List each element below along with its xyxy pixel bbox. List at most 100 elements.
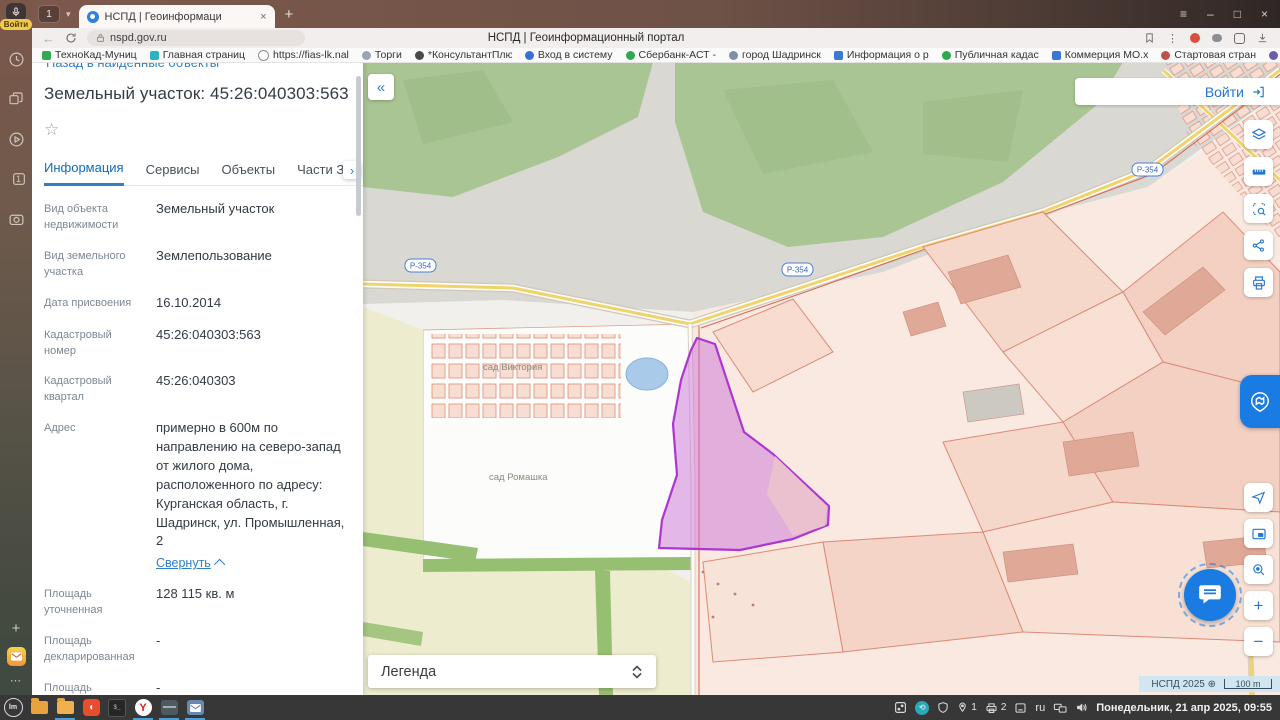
bookmark-item[interactable]: Платформа госуд xyxy=(1269,49,1280,61)
field-row: Площадь уточненная128 115 кв. м xyxy=(32,585,363,619)
taskbar-yandex-browser[interactable]: Y xyxy=(130,695,156,720)
rail-more-button[interactable]: ⋯ xyxy=(10,674,22,687)
sync-tray-icon[interactable]: ⟲ xyxy=(915,701,929,715)
tab-services[interactable]: Сервисы xyxy=(146,162,200,185)
tabs-panel-button[interactable] xyxy=(5,88,27,110)
screenshot-button[interactable] xyxy=(5,208,27,230)
browser-side-rail: Войти 1 + ⋯ xyxy=(0,0,32,695)
keyboard-layout[interactable]: ru xyxy=(1035,702,1045,714)
picture-in-picture-icon xyxy=(1251,526,1267,542)
window-maximize-icon[interactable]: □ xyxy=(1234,7,1241,21)
bookmark-item[interactable]: Коммерция МО.х xyxy=(1052,49,1149,61)
panel-scrollbar[interactable] xyxy=(356,76,361,216)
bookmark-item[interactable]: Торги xyxy=(362,49,402,61)
taskbar-clock[interactable]: Понедельник, 21 апр 2025, 09:55 xyxy=(1096,702,1272,714)
map-tools-top xyxy=(1244,120,1273,297)
taskbar-terminal[interactable]: $_ xyxy=(104,695,130,720)
tab-title: НСПД | Геоинформаци xyxy=(105,11,255,23)
measure-button[interactable] xyxy=(1244,157,1273,186)
taskbar-files-open[interactable] xyxy=(52,695,78,720)
panorama-flyout-button[interactable] xyxy=(1240,375,1280,428)
volume-tray-icon[interactable] xyxy=(1075,701,1088,714)
back-link[interactable]: Назад в найденные объекты xyxy=(46,62,363,70)
taskbar-files[interactable] xyxy=(26,695,52,720)
chat-button[interactable] xyxy=(1184,569,1236,621)
mail-app-icon xyxy=(187,700,204,715)
browser-titlebar: 1 ▾ НСПД | Геоинформаци × + ≡ – □ × xyxy=(32,0,1280,28)
tab-objects[interactable]: Объекты xyxy=(221,162,275,185)
back-icon[interactable]: ← xyxy=(42,31,55,46)
taskbar-red-app[interactable]: ◖ xyxy=(78,695,104,720)
bookmark-item[interactable]: Сбербанк-АСТ - xyxy=(626,49,717,61)
camera-icon xyxy=(8,211,25,228)
bookmark-item[interactable]: Стартовая стран xyxy=(1161,49,1256,61)
bookmark-item[interactable]: https://fias-lk.nal xyxy=(258,49,349,61)
map-login-bar[interactable]: Войти xyxy=(1075,78,1280,105)
reload-icon[interactable] xyxy=(65,32,77,44)
address-collapse-link[interactable]: Свернуть xyxy=(156,554,351,572)
chevron-down-icon[interactable]: ▾ xyxy=(66,9,71,20)
bookmark-item[interactable]: Публичная кадас xyxy=(942,49,1039,61)
tab-close-icon[interactable]: × xyxy=(260,11,266,23)
yandex-mail-button[interactable] xyxy=(7,647,26,666)
geolocate-button[interactable] xyxy=(1244,483,1273,512)
printer-tray-icon[interactable] xyxy=(985,702,998,714)
bookmark-item[interactable]: Информация о р xyxy=(834,49,929,61)
coordinate-search-button[interactable] xyxy=(1244,555,1273,584)
history-button[interactable] xyxy=(5,48,27,70)
bookmark-item[interactable]: Главная страниц xyxy=(150,49,245,61)
bookmark-item[interactable]: город Шадринск xyxy=(729,49,821,61)
window-close-icon[interactable]: × xyxy=(1261,7,1268,21)
rail-login-badge[interactable]: Войти xyxy=(0,19,32,30)
new-tab-button[interactable]: + xyxy=(285,6,294,23)
zoom-out-button[interactable]: − xyxy=(1244,627,1273,656)
favorite-star-icon[interactable]: ☆ xyxy=(44,120,72,144)
extension-red-icon[interactable] xyxy=(1190,33,1200,43)
extension-grey-icon[interactable] xyxy=(1212,34,1222,42)
bookmark-item[interactable]: ТехноКад-Муниц xyxy=(42,49,137,61)
chat-bubble-icon xyxy=(1197,582,1223,608)
pin-tray-icon[interactable] xyxy=(957,701,968,714)
window-menu-icon[interactable]: ≡ xyxy=(1180,7,1187,21)
zoom-in-button[interactable]: + xyxy=(1244,591,1273,620)
select-area-icon xyxy=(1251,201,1267,217)
window-minimize-icon[interactable]: – xyxy=(1207,7,1214,21)
overview-map-button[interactable] xyxy=(1244,519,1273,548)
area-search-button[interactable] xyxy=(1244,194,1273,223)
shield-tray-icon[interactable] xyxy=(937,701,949,714)
tab-information[interactable]: Информация xyxy=(44,160,124,186)
yandex-browser-icon: Y xyxy=(135,699,152,716)
layers-button[interactable] xyxy=(1244,120,1273,149)
windows-icon xyxy=(8,91,24,107)
more-menu-icon[interactable]: ⋮ xyxy=(1167,32,1178,45)
rail-add-button[interactable]: + xyxy=(12,620,21,637)
video-button[interactable] xyxy=(5,128,27,150)
tab-counter-rail[interactable]: 1 xyxy=(5,168,27,190)
tab-group-counter[interactable]: 1 xyxy=(38,5,60,23)
screenshot-tray-icon[interactable] xyxy=(894,701,907,714)
bookmark-flag-icon[interactable] xyxy=(1144,32,1155,44)
share-button[interactable] xyxy=(1244,231,1273,260)
panel-collapse-button[interactable]: « xyxy=(368,74,394,100)
window-tray-icon[interactable] xyxy=(1014,702,1027,714)
bookmark-favicon xyxy=(942,51,951,60)
window-app-icon xyxy=(161,700,178,715)
map-canvas[interactable]: Р-354 Р-354 Р-354 сад Виктория сад Ромаш… xyxy=(363,62,1280,695)
extension-outline-icon[interactable] xyxy=(1234,33,1245,44)
print-button[interactable] xyxy=(1244,268,1273,297)
browser-tab[interactable]: НСПД | Геоинформаци × xyxy=(79,5,275,28)
address-bar[interactable]: nspd.gov.ru xyxy=(87,30,305,46)
start-menu-button[interactable]: lm xyxy=(0,695,26,720)
taskbar-mail-app[interactable] xyxy=(182,695,208,720)
network-tray-icon[interactable] xyxy=(1053,702,1067,714)
bookmark-item[interactable]: Вход в систему xyxy=(525,49,613,61)
chevron-up-icon xyxy=(214,559,225,570)
printer-icon xyxy=(1251,275,1267,291)
bookmark-item[interactable]: *КонсультантПлю xyxy=(415,49,512,61)
svg-text:Р-354: Р-354 xyxy=(410,262,432,271)
field-row: Дата присвоения16.10.2014 xyxy=(32,294,363,313)
nspd-favicon xyxy=(87,11,99,23)
legend-bar[interactable]: Легенда xyxy=(368,655,656,688)
downloads-icon[interactable] xyxy=(1257,32,1268,44)
taskbar-window-app[interactable] xyxy=(156,695,182,720)
